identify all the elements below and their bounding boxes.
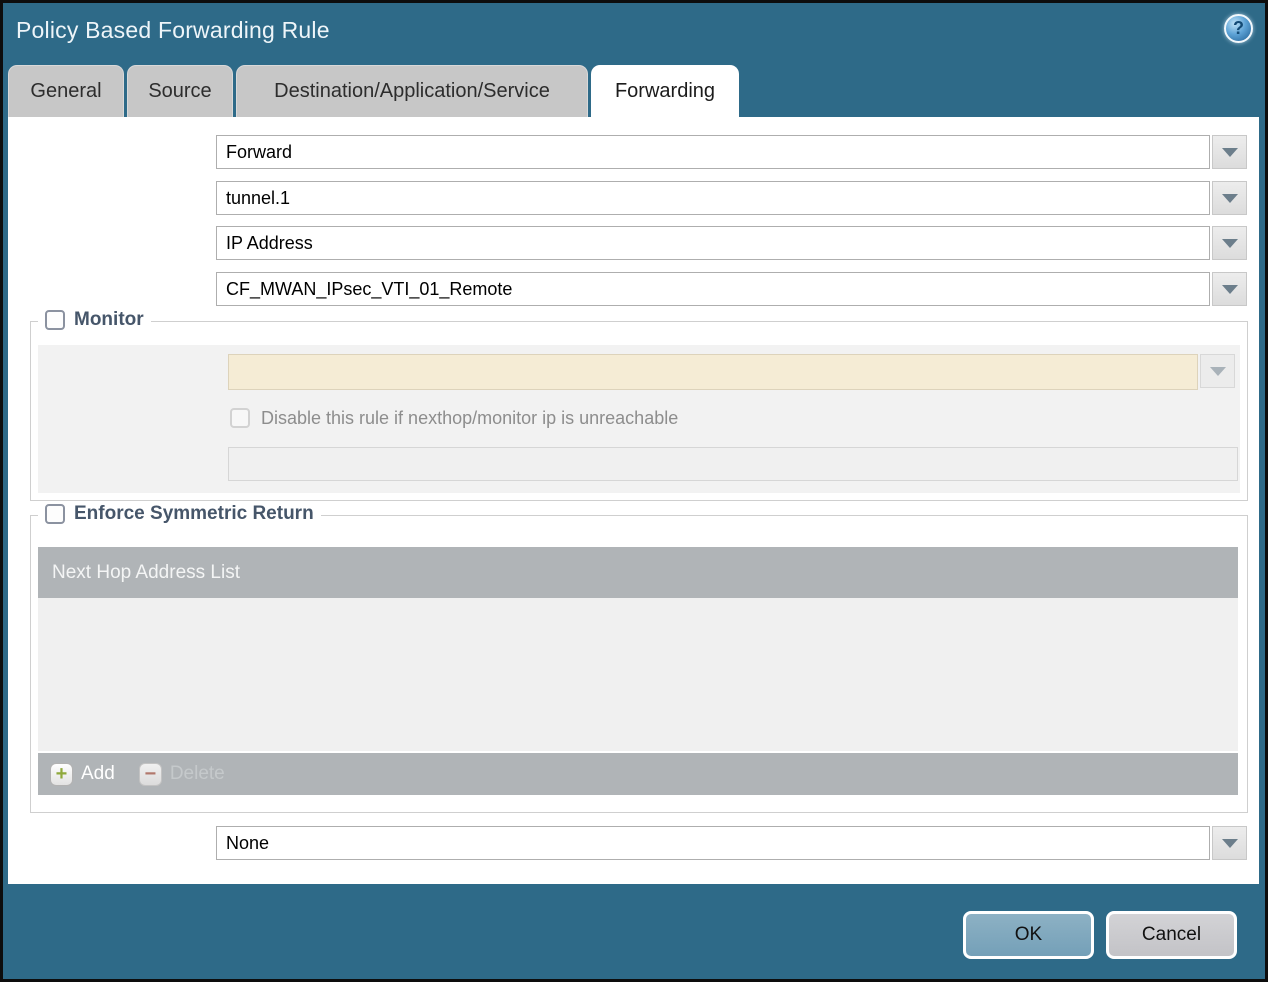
monitor-checkbox[interactable]	[45, 310, 65, 330]
chevron-down-icon	[1209, 366, 1226, 376]
delete-icon: −	[138, 762, 162, 786]
add-button-label: Add	[81, 763, 115, 784]
next-hop-type-dropdown-button[interactable]	[1212, 226, 1247, 260]
disable-rule-checkbox	[230, 408, 250, 428]
next-hop-type-input[interactable]	[216, 226, 1210, 260]
chevron-down-icon	[1221, 838, 1238, 848]
schedule-dropdown-button[interactable]	[1212, 826, 1247, 860]
next-hop-address-list-body[interactable]	[38, 598, 1238, 751]
tab-general[interactable]: General	[8, 65, 124, 117]
action-input[interactable]	[216, 135, 1210, 169]
help-icon[interactable]: ?	[1224, 14, 1253, 43]
symmetric-return-legend-label: Enforce Symmetric Return	[74, 503, 314, 524]
next-hop-address-table: Next Hop Address List + Add − Delete	[38, 547, 1238, 795]
chevron-down-icon	[1221, 238, 1238, 248]
action-dropdown-button[interactable]	[1212, 135, 1247, 169]
add-icon: +	[50, 762, 73, 786]
monitor-legend-label: Monitor	[74, 309, 144, 330]
delete-button: − Delete	[138, 762, 225, 786]
next-hop-address-list-header: Next Hop Address List	[38, 547, 1238, 598]
add-button[interactable]: + Add	[50, 762, 115, 786]
delete-button-label: Delete	[169, 763, 225, 784]
next-hop-address-input[interactable]	[216, 272, 1210, 306]
tab-bar: General Source Destination/Application/S…	[8, 65, 739, 117]
monitor-legend: Monitor	[38, 309, 151, 331]
egress-interface-input[interactable]	[216, 181, 1210, 215]
symmetric-return-checkbox[interactable]	[45, 504, 65, 524]
next-hop-address-dropdown-button[interactable]	[1212, 272, 1247, 306]
symmetric-return-legend: Enforce Symmetric Return	[38, 503, 321, 525]
profile-input	[228, 354, 1198, 390]
chevron-down-icon	[1221, 147, 1238, 157]
egress-interface-dropdown-button[interactable]	[1212, 181, 1247, 215]
cancel-button[interactable]: Cancel	[1106, 911, 1237, 959]
forwarding-tab-panel: Action Egress Interface Next Hop Monitor	[8, 117, 1259, 884]
disable-rule-label: Disable this rule if nexthop/monitor ip …	[261, 407, 679, 428]
policy-based-forwarding-dialog: Policy Based Forwarding Rule ? General S…	[0, 0, 1268, 982]
profile-dropdown-button	[1200, 354, 1235, 388]
table-toolbar: + Add − Delete	[38, 753, 1238, 795]
chevron-down-icon	[1221, 284, 1238, 294]
monitor-ip-address-input	[228, 447, 1238, 481]
tab-forwarding[interactable]: Forwarding	[591, 65, 739, 117]
disable-rule-row: Disable this rule if nexthop/monitor ip …	[230, 406, 678, 430]
tab-destination-application-service[interactable]: Destination/Application/Service	[236, 65, 588, 117]
dialog-title: Policy Based Forwarding Rule	[16, 17, 330, 43]
ok-button[interactable]: OK	[963, 911, 1094, 959]
chevron-down-icon	[1221, 193, 1238, 203]
tab-source[interactable]: Source	[127, 65, 233, 117]
schedule-input[interactable]	[216, 826, 1210, 860]
